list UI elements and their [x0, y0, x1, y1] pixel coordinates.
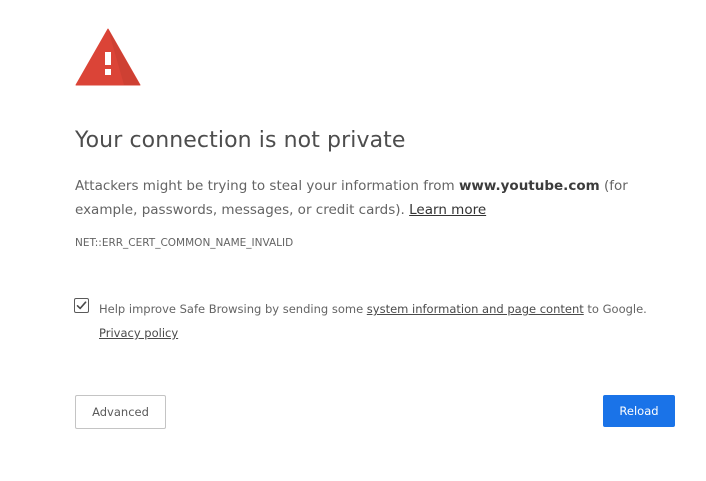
- optin-suffix: to Google.: [583, 302, 647, 316]
- privacy-policy-link[interactable]: Privacy policy: [99, 326, 178, 340]
- safe-browsing-checkbox[interactable]: [74, 298, 89, 313]
- error-description: Attackers might be trying to steal your …: [75, 174, 690, 222]
- system-information-link[interactable]: system information and page content: [367, 302, 584, 316]
- learn-more-link[interactable]: Learn more: [409, 202, 486, 218]
- error-code: NET::ERR_CERT_COMMON_NAME_INVALID: [75, 237, 294, 249]
- warning-triangle-icon: [75, 28, 141, 86]
- optin-prefix: Help improve Safe Browsing by sending so…: [99, 302, 367, 316]
- safe-browsing-optin: Help improve Safe Browsing by sending so…: [99, 297, 699, 345]
- advanced-button[interactable]: Advanced: [75, 395, 166, 429]
- description-prefix: Attackers might be trying to steal your …: [75, 178, 459, 194]
- page-title: Your connection is not private: [75, 128, 406, 153]
- checkmark-icon: [76, 301, 87, 310]
- domain-name: www.youtube.com: [458, 178, 600, 194]
- reload-button[interactable]: Reload: [603, 395, 675, 427]
